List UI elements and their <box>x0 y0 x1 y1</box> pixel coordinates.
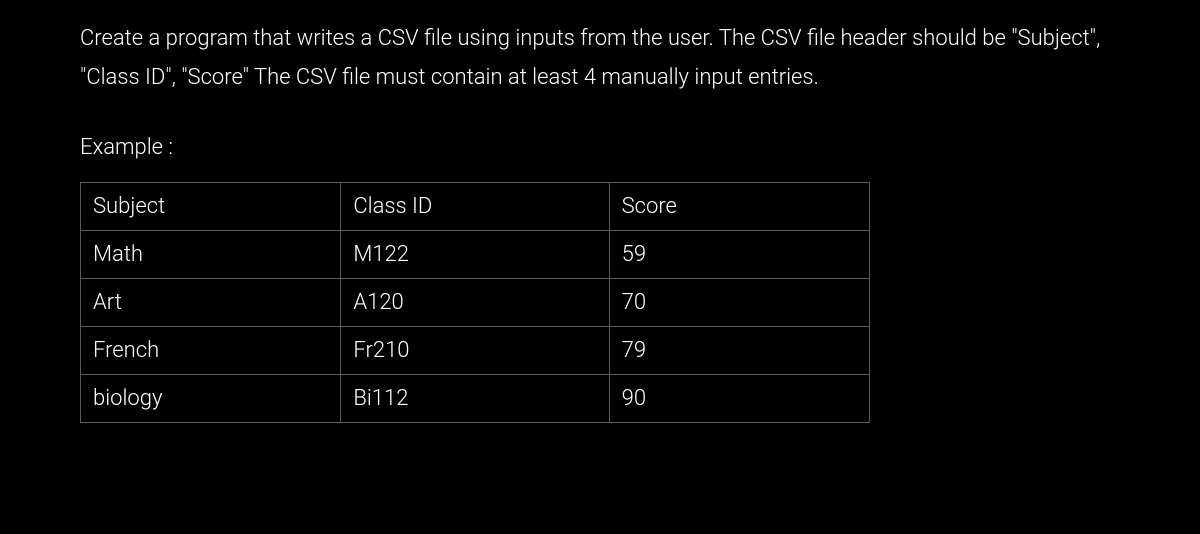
table-header-cell: Score <box>609 182 869 230</box>
table-row: biology Bi112 90 <box>81 375 870 423</box>
table-cell: 59 <box>609 230 869 278</box>
table-cell: A120 <box>341 278 609 326</box>
table-cell: 79 <box>609 327 869 375</box>
table-cell: Math <box>81 230 341 278</box>
table-cell: Fr210 <box>341 327 609 375</box>
table-header-cell: Class ID <box>341 182 609 230</box>
example-label: Example : <box>80 129 1120 168</box>
example-table: Subject Class ID Score Math M122 59 Art … <box>80 182 870 424</box>
table-cell: Art <box>81 278 341 326</box>
table-row: French Fr210 79 <box>81 327 870 375</box>
table-header-cell: Subject <box>81 182 341 230</box>
table-header-row: Subject Class ID Score <box>81 182 870 230</box>
table-cell: biology <box>81 375 341 423</box>
table-cell: 90 <box>609 375 869 423</box>
table-cell: Bi112 <box>341 375 609 423</box>
table-row: Art A120 70 <box>81 278 870 326</box>
table-cell: French <box>81 327 341 375</box>
table-row: Math M122 59 <box>81 230 870 278</box>
table-cell: M122 <box>341 230 609 278</box>
problem-instruction: Create a program that writes a CSV file … <box>80 20 1120 97</box>
table-cell: 70 <box>609 278 869 326</box>
